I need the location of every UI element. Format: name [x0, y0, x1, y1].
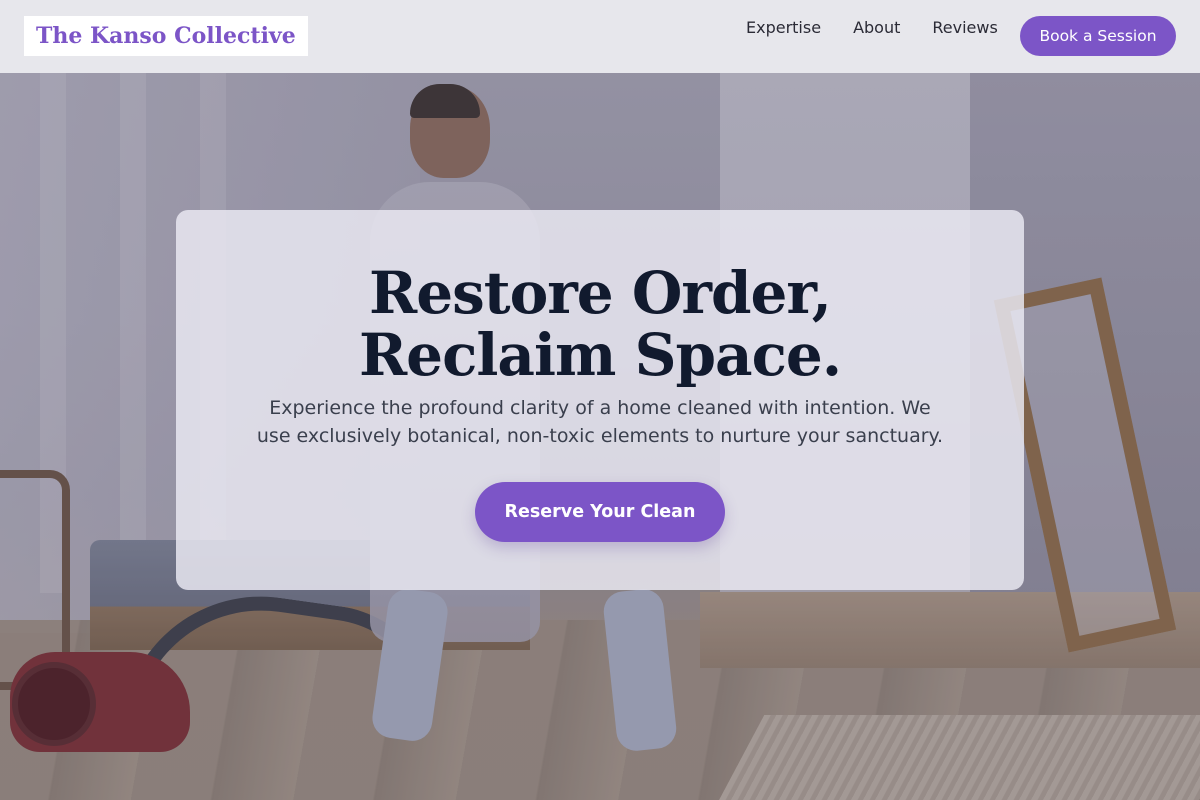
hero-card: Restore Order, Reclaim Space. Experience… [176, 210, 1024, 590]
main-nav: Expertise About Reviews [746, 18, 998, 38]
hero-title: Restore Order, Reclaim Space. [358, 259, 842, 389]
reserve-clean-button[interactable]: Reserve Your Clean [475, 482, 725, 542]
nav-link-reviews[interactable]: Reviews [932, 18, 997, 38]
brand-logo[interactable]: The Kanso Collective [24, 16, 308, 56]
nav-link-about[interactable]: About [853, 18, 900, 38]
hero-subtitle: Experience the profound clarity of a hom… [256, 397, 944, 447]
site-header: The Kanso Collective Expertise About Rev… [0, 0, 1200, 73]
book-session-button[interactable]: Book a Session [1020, 16, 1176, 56]
nav-link-expertise[interactable]: Expertise [746, 18, 821, 38]
